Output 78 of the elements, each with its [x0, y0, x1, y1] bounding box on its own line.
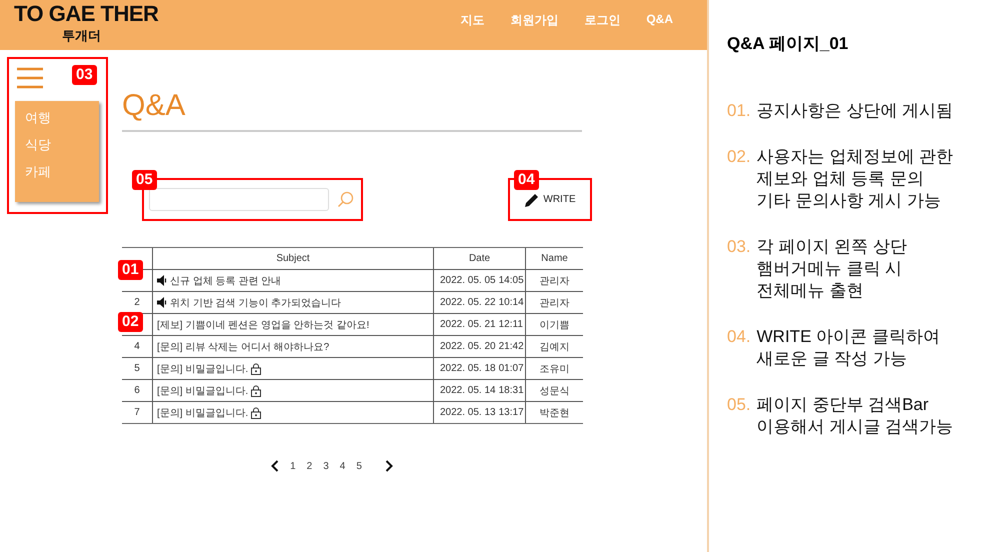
annotation-number: 01: [118, 260, 143, 280]
note-line: 각 페이지 왼쪽 상단: [756, 236, 907, 258]
row-number: 2: [134, 297, 140, 308]
row-number: 5: [134, 363, 140, 374]
speaker-icon: [157, 297, 167, 308]
note-number: 01.: [727, 100, 751, 122]
menu-icon[interactable]: [17, 67, 43, 89]
pencil-icon: [524, 192, 540, 208]
next-page-icon[interactable]: [384, 460, 393, 472]
lock-icon: [251, 384, 262, 396]
post-date: 2022. 05. 18: [440, 363, 496, 374]
post-time: 01:07: [498, 363, 524, 374]
page-link[interactable]: 2: [306, 460, 312, 472]
note-line: 페이지 중단부 검색Bar: [756, 394, 930, 416]
page-link[interactable]: 3: [323, 460, 329, 472]
author-name: 관리자: [540, 274, 570, 288]
page-title: Q&A: [122, 88, 186, 124]
post-title-link[interactable]: 신규 업체 등록 관련 안내: [170, 274, 282, 288]
post-time: 13:17: [498, 407, 524, 418]
note-line: 새로운 글 작성 가능: [756, 348, 908, 370]
note-line: 햄버거메뉴 클릭 시: [756, 258, 904, 280]
page-link[interactable]: 1: [290, 460, 296, 472]
page-link[interactable]: 5: [356, 460, 362, 472]
note-line: 기타 문의사항 게시 가능: [756, 190, 942, 212]
post-date: 2022. 05. 13: [440, 407, 496, 418]
page-link[interactable]: 4: [340, 460, 346, 472]
previous-page-icon[interactable]: [271, 460, 280, 472]
search-field[interactable]: [149, 188, 329, 211]
write-button[interactable]: WRITE: [524, 192, 576, 208]
note-line: 사용자는 업체정보에 관한: [756, 146, 954, 168]
row-number: 4: [134, 341, 140, 352]
post-title-link[interactable]: [문의] 비밀글입니다.: [157, 362, 248, 376]
row-number: 7: [134, 407, 140, 418]
post-title-link[interactable]: [문의] 리뷰 삭제는 어디서 해야하나요?: [157, 340, 330, 354]
annotation-number: 04: [514, 170, 539, 190]
logo-title: TO GAE THER: [14, 2, 158, 26]
post-time: 21:42: [498, 341, 524, 352]
logo-subtitle: 투개더: [62, 27, 102, 45]
post-time: 12:11: [498, 319, 523, 330]
search-icon[interactable]: [337, 191, 354, 208]
note-line: 이용해서 게시글 검색가능: [756, 416, 954, 438]
speaker-icon: [157, 275, 167, 286]
post-title-link[interactable]: [문의] 비밀글입니다.: [157, 406, 248, 420]
post-title-link[interactable]: [문의] 비밀글입니다.: [157, 384, 248, 398]
post-date: 2022. 05. 05: [440, 275, 496, 286]
note-number: 04.: [727, 326, 751, 348]
note-number: 02.: [727, 146, 751, 168]
post-time: 18:31: [498, 385, 524, 396]
post-title-link[interactable]: 위치 기반 검색 기능이 추가되었습니다: [170, 296, 342, 310]
column-header: Name: [541, 253, 568, 264]
post-date: 2022. 05. 20: [440, 341, 496, 352]
post-date: 2022. 05. 21: [440, 319, 496, 330]
note-line: 공지사항은 상단에 게시됨: [756, 100, 954, 122]
author-name: 조유미: [540, 362, 570, 376]
annotation-number: 05: [132, 170, 157, 190]
author-name: 관리자: [540, 296, 570, 310]
post-date: 2022. 05. 22: [440, 297, 496, 308]
author-name: 이기쁨: [540, 318, 570, 332]
note-number: 03.: [727, 236, 751, 258]
note-line: 전체메뉴 출현: [756, 280, 864, 302]
column-header: Date: [468, 253, 490, 264]
row-number: 6: [134, 385, 140, 396]
author-name: 박준현: [540, 406, 570, 420]
post-time: 10:14: [498, 297, 524, 308]
author-name: 김예지: [540, 340, 570, 354]
note-line: 제보와 업체 등록 문의: [756, 168, 925, 190]
post-date: 2022. 05. 14: [440, 385, 496, 396]
post-time: 14:05: [498, 275, 524, 286]
annotation-number: 03: [72, 65, 97, 85]
notes-title: Q&A 페이지_01: [727, 33, 850, 55]
lock-icon: [251, 362, 262, 374]
author-name: 성문식: [540, 384, 570, 398]
note-number: 05.: [727, 394, 751, 416]
note-line: WRITE 아이콘 클릭하여: [756, 326, 940, 348]
annotation-number: 02: [118, 312, 143, 332]
column-header: Subject: [276, 253, 310, 264]
lock-icon: [251, 406, 262, 418]
post-title-link[interactable]: [제보] 기쁨이네 펜션은 영업을 안하는것 같아요!: [157, 318, 370, 332]
